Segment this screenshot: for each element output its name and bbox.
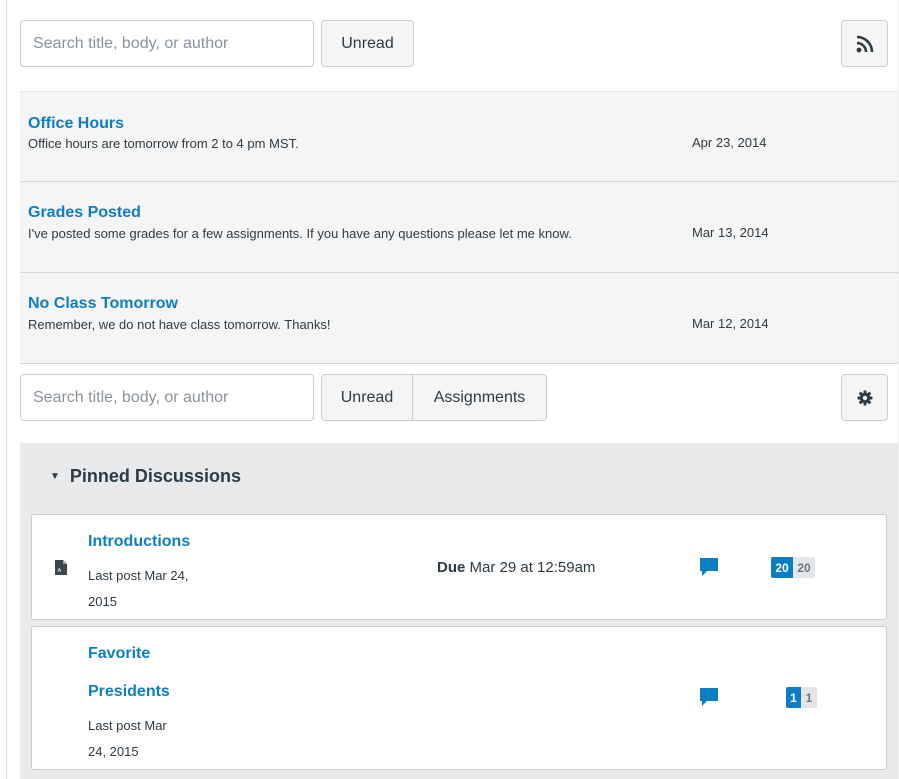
unread-count-badge: 20 [771,557,793,578]
announcement-date: Mar 13, 2014 [692,225,769,240]
announcement-date: Mar 12, 2014 [692,316,769,331]
announcement-body: I've posted some grades for a few assign… [28,226,572,241]
caret-down-icon: ▼ [50,471,60,482]
announcement-row[interactable]: No Class Tomorrow Remember, we do not ha… [20,273,898,364]
page-left-border [6,0,7,779]
discussions-unread-button[interactable]: Unread [321,374,413,421]
pinned-discussions-heading: Pinned Discussions [69,466,241,486]
announcement-row[interactable]: Office Hours Office hours are tomorrow f… [20,91,898,182]
pinned-discussions-toggle[interactable]: ▼ Pinned Discussions [50,466,241,487]
announcement-body: Remember, we do not have class tomorrow.… [28,317,331,332]
announcement-row[interactable]: Grades Posted I've posted some grades fo… [20,182,898,273]
svg-text:A: A [58,568,62,574]
settings-button[interactable] [841,374,888,421]
comment-bubble-icon [700,688,718,706]
discussions-search-input[interactable] [20,374,314,421]
total-count-badge: 20 [793,557,815,578]
last-post-line1: Last post Mar 24, [88,568,189,583]
announcement-title-link[interactable]: Office Hours [28,115,124,133]
due-date: Due Mar 29 at 12:59am [437,559,595,576]
discussion-title-link-line1[interactable]: Favorite [88,645,150,663]
announcement-title-link[interactable]: Grades Posted [28,204,141,222]
due-label: Due [437,559,466,576]
discussion-title-link[interactable]: Introductions [88,533,190,551]
reply-count-badge: 20 20 [771,557,815,578]
last-post-line2: 24, 2015 [88,744,139,759]
reply-count-badge: 1 1 [786,687,817,708]
discussion-card[interactable]: Favorite Presidents Last post Mar 24, 20… [31,626,887,770]
discussion-card[interactable]: A Introductions Last post Mar 24, 2015 D… [31,514,887,620]
rss-feed-button[interactable] [841,20,888,67]
assignments-filter-button[interactable]: Assignments [413,374,547,421]
comment-bubble-icon [700,558,718,576]
discussion-title-link-line2[interactable]: Presidents [88,683,170,701]
announcement-body: Office hours are tomorrow from 2 to 4 pm… [28,136,299,151]
announcement-date: Apr 23, 2014 [692,135,767,150]
announcements-unread-button[interactable]: Unread [321,20,414,67]
total-count-badge: 1 [801,687,817,708]
announcement-title-link[interactable]: No Class Tomorrow [28,295,178,313]
unread-count-badge: 1 [786,687,801,708]
assignment-document-icon: A [55,560,67,575]
rss-icon [856,35,873,52]
announcements-search-input[interactable] [20,20,314,67]
due-value: Mar 29 at 12:59am [469,559,596,576]
last-post-line2: 2015 [88,594,117,609]
last-post-line1: Last post Mar [88,718,167,733]
gear-icon [857,390,872,405]
